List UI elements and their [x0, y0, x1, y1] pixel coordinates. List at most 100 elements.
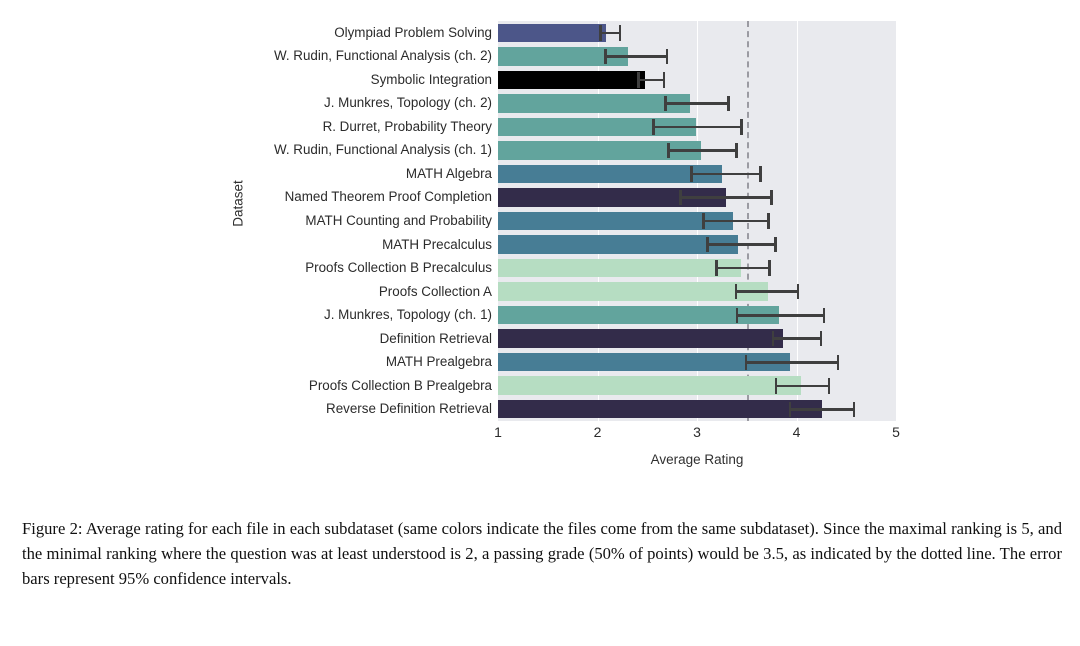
- x-axis-tick-labels: 1 2 3 4 5: [494, 424, 900, 448]
- error-bar-cap: [734, 284, 738, 300]
- error-bar-cap: [774, 236, 777, 253]
- error-bar-cap: [735, 142, 738, 159]
- error-bar: [701, 219, 770, 223]
- bar: [498, 211, 733, 231]
- figure-caption: Figure 2: Average rating for each file i…: [22, 516, 1062, 592]
- error-bar: [604, 55, 669, 58]
- bar: [498, 258, 741, 278]
- y-tick-label: J. Munkres, Topology (ch. 2): [324, 95, 492, 111]
- error-bar: [788, 408, 856, 411]
- error-bar: [714, 266, 771, 270]
- error-bar-cap: [735, 307, 739, 323]
- error-bar-cap: [822, 307, 826, 323]
- x-axis-title: Average Rating: [650, 452, 744, 467]
- y-tick-label: Definition Retrieval: [379, 330, 492, 346]
- bar: [498, 70, 646, 90]
- bar-row: [498, 68, 896, 92]
- error-bar: [679, 196, 773, 199]
- y-tick-label: Reverse Definition Retrieval: [326, 401, 492, 417]
- x-tick-3: 3: [693, 424, 701, 440]
- error-bar-cap: [604, 48, 608, 65]
- y-tick-label: W. Rudin, Functional Analysis (ch. 1): [273, 142, 492, 158]
- bar-row: [498, 280, 896, 304]
- error-bar-cap: [836, 354, 840, 370]
- bar: [498, 399, 823, 419]
- bar-row: [498, 397, 896, 421]
- bar-row: [498, 45, 896, 69]
- bar-row: [498, 21, 896, 45]
- y-tick-label: Proofs Collection A: [378, 283, 492, 299]
- y-tick-label: MATH Algebra: [405, 165, 492, 181]
- gridline: [896, 21, 897, 421]
- bar-row: [498, 233, 896, 257]
- error-bar-cap: [679, 189, 682, 206]
- error-bar-cap: [652, 119, 655, 135]
- bar-row: [498, 139, 896, 163]
- plot-area: [498, 21, 897, 421]
- x-tick-2: 2: [593, 424, 602, 440]
- bar: [498, 235, 738, 254]
- bar: [498, 164, 722, 184]
- bar: [498, 282, 768, 301]
- error-bar-cap: [705, 236, 709, 253]
- error-bar-cap: [667, 142, 670, 159]
- error-bar-cap: [714, 260, 718, 276]
- y-tick-label: MATH Precalculus: [382, 236, 492, 252]
- error-bar-cap: [796, 284, 800, 300]
- bar-row: [498, 115, 896, 139]
- error-bar-cap: [740, 119, 743, 135]
- y-tick-label: R. Durret, Probability Theory: [322, 118, 492, 134]
- error-bar-cap: [770, 189, 773, 206]
- error-bar-cap: [852, 401, 856, 418]
- figure-2: Dataset Olympiad Problem Solving W. Rudin…: [0, 0, 1080, 500]
- error-bar: [637, 78, 666, 82]
- error-bar: [735, 313, 826, 317]
- error-bar-cap: [767, 213, 770, 229]
- error-bar-cap: [690, 166, 693, 182]
- y-tick-label: Olympiad Problem Solving: [334, 24, 492, 40]
- error-bar-cap: [701, 213, 705, 229]
- x-tick-1: 1: [494, 424, 502, 440]
- y-tick-label: J. Munkres, Topology (ch. 1): [324, 307, 492, 323]
- error-bar-cap: [618, 25, 622, 41]
- y-tick-label: MATH Prealgebra: [385, 354, 492, 370]
- y-tick-label: Named Theorem Proof Completion: [284, 189, 492, 205]
- bar-row: [498, 350, 896, 374]
- error-bar: [774, 384, 831, 388]
- caption-label: Figure 2:: [22, 519, 83, 538]
- bar: [498, 329, 783, 348]
- x-tick-5: 5: [892, 424, 900, 440]
- bar: [498, 376, 802, 395]
- error-bar-cap: [771, 331, 775, 347]
- bar-row: [498, 209, 896, 233]
- error-bar-cap: [744, 354, 748, 370]
- y-tick-label: Symbolic Integration: [370, 71, 492, 87]
- error-bar-cap: [759, 166, 762, 182]
- error-bar: [705, 243, 777, 246]
- x-tick-4: 4: [792, 424, 801, 440]
- error-bar: [652, 125, 743, 129]
- error-bar-cap: [664, 95, 667, 112]
- bar-row: [498, 327, 896, 351]
- error-bar: [690, 172, 762, 176]
- error-bar-cap: [774, 378, 778, 394]
- error-bar: [667, 149, 738, 152]
- error-bar: [664, 102, 730, 105]
- bar: [498, 23, 607, 42]
- error-bar-cap: [827, 378, 831, 394]
- error-bar-cap: [599, 25, 603, 41]
- error-bar-cap: [662, 72, 666, 88]
- y-axis-tick-labels: Olympiad Problem Solving W. Rudin, Functi…: [200, 21, 492, 421]
- bar-row: [498, 186, 896, 210]
- bar-row: [498, 374, 896, 398]
- bar-row: [498, 162, 896, 186]
- error-bar-cap: [665, 48, 669, 65]
- y-tick-label: Proofs Collection B Prealgebra: [308, 377, 492, 393]
- bar-row: [498, 303, 896, 327]
- error-bar: [734, 290, 800, 293]
- error-bar-cap: [819, 331, 823, 347]
- bar: [498, 94, 691, 113]
- bar-row: [498, 256, 896, 280]
- error-bar: [771, 337, 823, 341]
- y-tick-label: MATH Counting and Probability: [305, 213, 492, 228]
